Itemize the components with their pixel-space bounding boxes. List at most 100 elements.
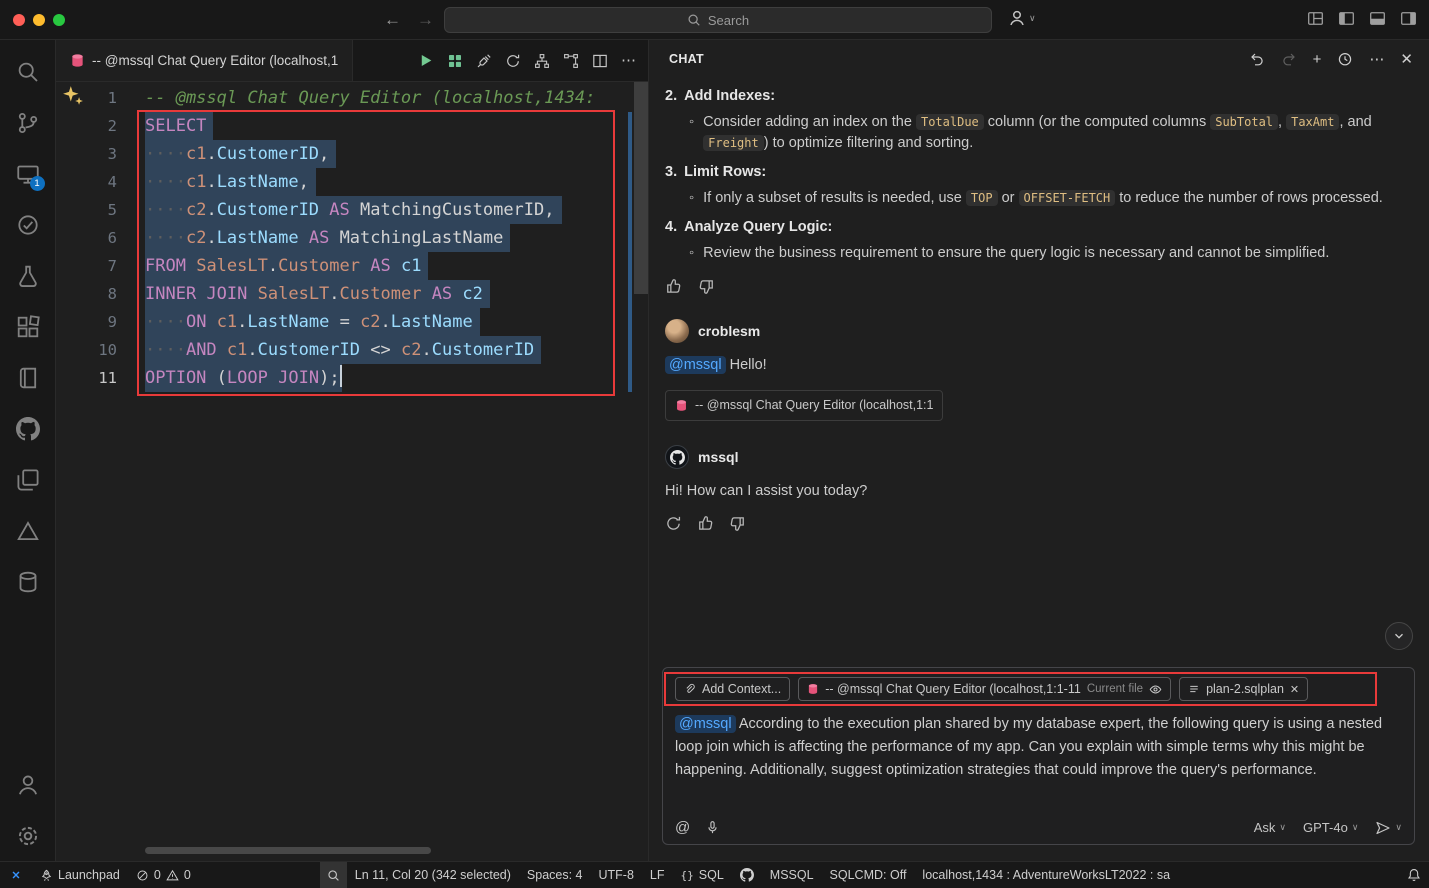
code-line[interactable]: ····AND c1.CustomerID <> c2.CustomerID xyxy=(145,336,634,364)
results-grid-icon[interactable] xyxy=(447,53,463,69)
language-indicator[interactable]: {} SQL xyxy=(673,862,732,888)
remote-explorer-icon[interactable]: 1 xyxy=(4,148,52,199)
scroll-to-bottom-button[interactable] xyxy=(1385,622,1413,650)
notebook-icon[interactable] xyxy=(4,352,52,403)
chat-panel: CHAT + ⋯ ✕ 2.Add Indexes:◦Consider addin… xyxy=(648,40,1429,861)
close-chat-icon[interactable]: ✕ xyxy=(1400,52,1413,67)
azure-pipelines-icon[interactable] xyxy=(4,505,52,556)
code-token: ( xyxy=(217,368,227,388)
copilot-status[interactable] xyxy=(732,862,762,888)
back-button[interactable]: ← xyxy=(384,10,401,30)
chat-more-icon[interactable]: ⋯ xyxy=(1369,52,1384,67)
source-control-icon[interactable] xyxy=(4,97,52,148)
problems-indicator[interactable]: 0 0 xyxy=(128,862,199,888)
editor[interactable]: 1234567891011 -- @mssql Chat Query Edito… xyxy=(56,82,648,861)
minimize-window-button[interactable] xyxy=(33,14,45,26)
github-view-icon[interactable] xyxy=(4,403,52,454)
run-query-button[interactable] xyxy=(417,52,434,69)
chat-history-icon[interactable] xyxy=(1337,51,1353,67)
chat-list-item: 4.Analyze Query Logic:◦Review the busine… xyxy=(665,217,1413,264)
account-menu[interactable]: ∨ xyxy=(1008,9,1036,27)
code-token xyxy=(329,228,339,248)
eol-indicator[interactable]: LF xyxy=(642,862,673,888)
code-line[interactable]: -- @mssql Chat Query Editor (localhost,1… xyxy=(145,84,634,112)
chevron-down-icon: ∨ xyxy=(1352,823,1359,832)
add-context-button[interactable]: Add Context... xyxy=(675,677,790,701)
test-beaker-icon[interactable] xyxy=(4,250,52,301)
code-line[interactable]: ····c2.LastName AS MatchingLastName xyxy=(145,224,634,252)
redo-icon[interactable] xyxy=(1281,51,1297,67)
customize-layout-icon[interactable] xyxy=(1307,10,1324,27)
code-line[interactable]: ····c2.CustomerID AS MatchingCustomerID, xyxy=(145,196,634,224)
file-reference-chip[interactable]: -- @mssql Chat Query Editor (localhost,1… xyxy=(665,390,943,421)
line-number: 1 xyxy=(56,84,145,112)
search-bar[interactable]: Search xyxy=(444,7,992,33)
more-actions-icon[interactable]: ⋯ xyxy=(621,53,636,68)
toggle-panel-icon[interactable] xyxy=(1369,10,1386,27)
schema-designer-icon[interactable] xyxy=(534,53,550,69)
connection-status[interactable]: localhost,1434 : AdventureWorksLT2022 : … xyxy=(914,862,1178,888)
eol-label: LF xyxy=(650,868,665,882)
current-file-context-chip[interactable]: -- @mssql Chat Query Editor (localhost,1… xyxy=(798,677,1171,701)
estimated-plan-icon[interactable] xyxy=(505,53,521,69)
remote-indicator[interactable] xyxy=(0,862,32,888)
sqlcmd-status[interactable]: SQLCMD: Off xyxy=(822,862,915,888)
list-title: Limit Rows: xyxy=(684,162,766,183)
code-line[interactable]: ····c1.CustomerID, xyxy=(145,140,634,168)
tab-bar: -- @mssql Chat Query Editor (localhost,1… xyxy=(56,40,648,82)
settings-gear-icon[interactable] xyxy=(4,810,52,861)
mention-button[interactable]: @ xyxy=(675,819,690,836)
extensions-icon[interactable] xyxy=(4,301,52,352)
launchpad-button[interactable]: Launchpad xyxy=(32,862,128,888)
code-line[interactable]: ····ON c1.LastName = c2.LastName xyxy=(145,308,634,336)
zoom-indicator[interactable] xyxy=(320,862,347,888)
notifications-bell-icon[interactable] xyxy=(1399,862,1429,888)
code-line[interactable]: ····c1.LastName, xyxy=(145,168,634,196)
code-token: . xyxy=(329,284,339,304)
undo-icon[interactable] xyxy=(1249,51,1265,67)
model-selector[interactable]: GPT-4o ∨ xyxy=(1303,820,1358,835)
cursor-position[interactable]: Ln 11, Col 20 (342 selected) xyxy=(347,862,519,888)
disconnect-plug-icon[interactable] xyxy=(476,53,492,69)
chat-input-editor[interactable]: @mssql According to the execution plan s… xyxy=(675,713,1402,782)
eye-icon[interactable] xyxy=(1149,683,1162,696)
forward-button[interactable]: → xyxy=(417,10,434,30)
horizontal-scrollbar[interactable] xyxy=(145,847,431,854)
mention-chip[interactable]: @mssql xyxy=(675,715,736,733)
copies-view-icon[interactable] xyxy=(4,454,52,505)
code-line[interactable]: FROM SalesLT.Customer AS c1 xyxy=(145,252,634,280)
new-chat-icon[interactable]: + xyxy=(1313,52,1322,67)
code-line[interactable]: SELECT xyxy=(145,112,634,140)
mode-selector[interactable]: Ask ∨ xyxy=(1254,820,1286,835)
toggle-secondary-sidebar-icon[interactable] xyxy=(1400,10,1417,27)
toggle-sidebar-icon[interactable] xyxy=(1338,10,1355,27)
regenerate-icon[interactable] xyxy=(665,515,682,532)
search-view-icon[interactable] xyxy=(4,46,52,97)
maximize-window-button[interactable] xyxy=(53,14,65,26)
send-button[interactable]: ∨ xyxy=(1375,820,1402,836)
chat-input-box[interactable]: Add Context... -- @mssql Chat Query Edit… xyxy=(662,667,1415,845)
vertical-scrollbar[interactable] xyxy=(634,82,648,294)
encoding-indicator[interactable]: UTF-8 xyxy=(591,862,642,888)
thumbs-down-icon[interactable] xyxy=(698,278,715,295)
code-line[interactable]: OPTION (LOOP JOIN); xyxy=(145,364,634,392)
thumbs-up-icon[interactable] xyxy=(665,278,682,295)
split-editor-icon[interactable] xyxy=(592,53,608,69)
mssql-status[interactable]: MSSQL xyxy=(762,862,822,888)
query-plan-icon[interactable] xyxy=(563,53,579,69)
thumbs-down-icon[interactable] xyxy=(729,515,746,532)
azure-check-icon[interactable] xyxy=(4,199,52,250)
close-window-button[interactable] xyxy=(13,14,25,26)
code-line[interactable]: INNER JOIN SalesLT.Customer AS c2 xyxy=(145,280,634,308)
code-token: . xyxy=(206,228,216,248)
indentation-indicator[interactable]: Spaces: 4 xyxy=(519,862,591,888)
editor-tab[interactable]: -- @mssql Chat Query Editor (localhost,1 xyxy=(56,40,353,81)
database-view-icon[interactable] xyxy=(4,556,52,607)
microphone-icon[interactable] xyxy=(705,820,720,835)
mention-chip[interactable]: @mssql xyxy=(665,356,726,374)
remove-context-icon[interactable]: ✕ xyxy=(1290,683,1299,696)
accounts-icon[interactable] xyxy=(4,759,52,810)
code-area[interactable]: -- @mssql Chat Query Editor (localhost,1… xyxy=(145,84,634,861)
plan-file-context-chip[interactable]: plan-2.sqlplan ✕ xyxy=(1179,677,1308,701)
thumbs-up-icon[interactable] xyxy=(697,515,714,532)
